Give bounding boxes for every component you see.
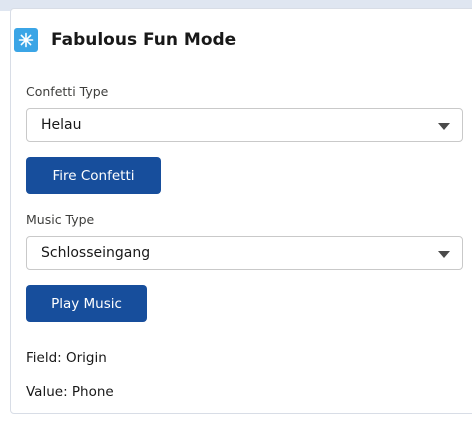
chevron-down-icon [438,251,450,258]
music-type-select[interactable]: Schlosseingang [26,236,463,270]
play-music-button[interactable]: Play Music [26,285,147,322]
card-header: Fabulous Fun Mode [14,25,236,55]
music-type-value: Schlosseingang [41,245,151,261]
confetti-type-select[interactable]: Helau [26,108,463,142]
sparkle-icon [14,28,38,52]
field-text: Field: Origin [26,350,107,366]
card-title: Fabulous Fun Mode [51,30,237,50]
music-type-label: Music Type [26,212,95,227]
confetti-type-label: Confetti Type [26,84,109,99]
chevron-down-icon [438,123,450,130]
fire-confetti-button[interactable]: Fire Confetti [26,157,161,194]
value-text: Value: Phone [26,384,114,400]
confetti-type-value: Helau [41,117,82,133]
